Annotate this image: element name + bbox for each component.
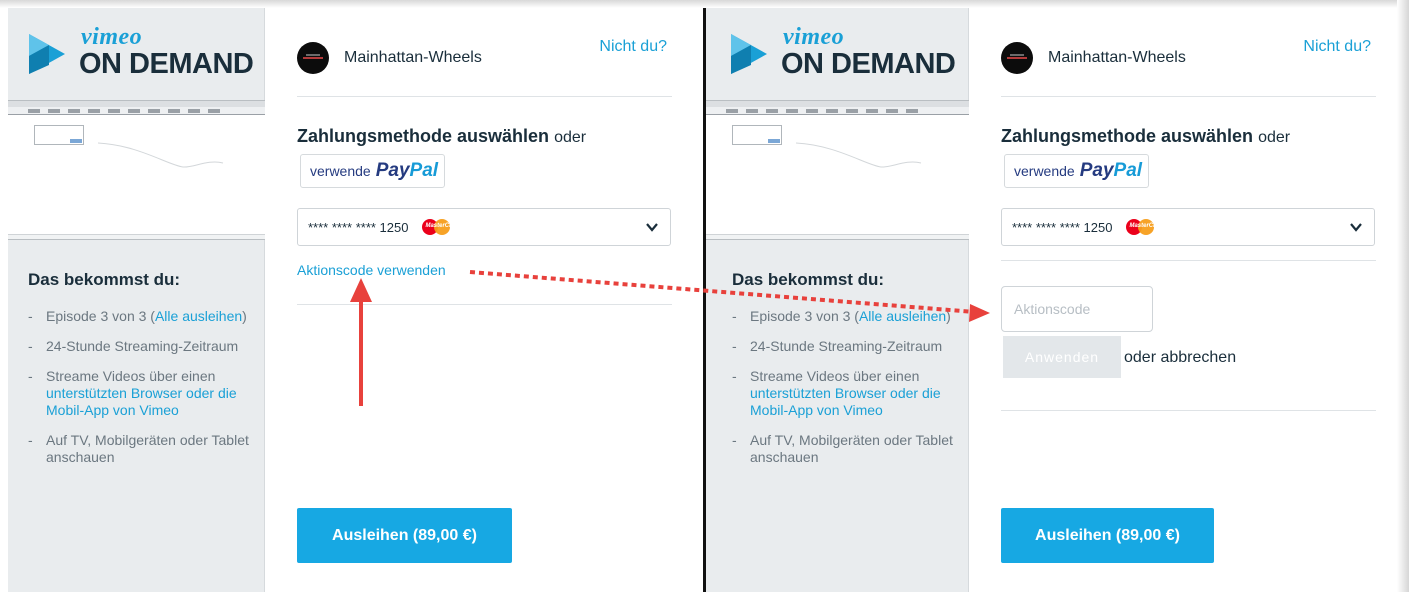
user-row: Mainhattan-Wheels xyxy=(1001,41,1186,75)
vimeo-wordmark: vimeo xyxy=(81,24,143,50)
top-shadow xyxy=(0,0,1409,8)
supported-browser-link[interactable]: unterstützten Browser oder die Mobil-App… xyxy=(46,385,237,418)
play-logo-icon xyxy=(731,34,767,74)
checkout-panel-before: vimeo ON DEMAND Das bekommst du: - Episod… xyxy=(0,8,704,592)
rent-all-link[interactable]: Alle ausleihen xyxy=(155,308,242,324)
sidebar-title: Das bekommst du: xyxy=(732,270,885,289)
sidebar: vimeo ON DEMAND Das bekommst du: - Episod… xyxy=(706,8,969,592)
on-demand-wordmark: ON DEMAND xyxy=(79,48,254,80)
vimeo-on-demand-logo: vimeo ON DEMAND xyxy=(727,24,957,86)
rent-all-link[interactable]: Alle ausleihen xyxy=(859,308,946,324)
avatar xyxy=(297,42,329,74)
not-you-link[interactable]: Nicht du? xyxy=(1303,38,1371,56)
on-demand-wordmark: ON DEMAND xyxy=(781,48,956,80)
mastercard-icon: MasterCard xyxy=(1126,219,1162,235)
list-item: - Streame Videos über einen unterstützten… xyxy=(732,368,941,418)
card-select[interactable]: **** **** **** 1250 MasterCard xyxy=(297,208,671,246)
benefits-list: - Episode 3 von 3 (Alle ausleihen) -24-St… xyxy=(732,308,964,479)
video-thumbnail xyxy=(706,100,969,240)
user-row: Mainhattan-Wheels xyxy=(297,41,482,75)
list-item: - Auf TV, Mobilgeräten oder Tablet anscha… xyxy=(732,432,953,465)
divider xyxy=(1001,260,1376,261)
user-name: Mainhattan-Wheels xyxy=(1048,49,1186,66)
sidebar: vimeo ON DEMAND Das bekommst du: - Episod… xyxy=(8,8,265,592)
list-item: - Auf TV, Mobilgeräten oder Tablet anscha… xyxy=(28,432,249,465)
divider xyxy=(297,96,672,97)
user-name: Mainhattan-Wheels xyxy=(344,49,482,66)
list-item: -24-Stunde Streaming-Zeitraum xyxy=(732,338,943,354)
sidebar-title: Das bekommst du: xyxy=(28,270,181,289)
not-you-link[interactable]: Nicht du? xyxy=(599,38,667,56)
card-select[interactable]: **** **** **** 1250 MasterCard xyxy=(1001,208,1375,246)
payment-title: Zahlungsmethode auswählen oder xyxy=(297,126,587,146)
rent-button[interactable]: Ausleihen (89,00 €) xyxy=(1001,508,1214,563)
checkout-panel-after: vimeo ON DEMAND Das bekommst du: - Episod… xyxy=(706,8,1396,592)
list-item: -24-Stunde Streaming-Zeitraum xyxy=(28,338,239,354)
list-item: - Episode 3 von 3 (Alle ausleihen) xyxy=(28,308,247,324)
chevron-down-icon xyxy=(646,223,658,232)
card-number: **** **** **** 1250 xyxy=(1012,219,1113,235)
paypal-button[interactable]: verwende Pay Pal xyxy=(1004,154,1149,188)
vimeo-wordmark: vimeo xyxy=(783,24,845,50)
list-item: - Streame Videos über einen unterstützten… xyxy=(28,368,237,418)
apply-button[interactable]: Anwenden xyxy=(1003,336,1121,378)
supported-browser-link[interactable]: unterstützten Browser oder die Mobil-App… xyxy=(750,385,941,418)
checkout-main: Mainhattan-Wheels Nicht du? Zahlungsmeth… xyxy=(969,8,1389,592)
checkout-main: Mainhattan-Wheels Nicht du? Zahlungsmeth… xyxy=(265,8,695,592)
chevron-down-icon xyxy=(1350,223,1362,232)
promo-code-link[interactable]: Aktionscode verwenden xyxy=(297,262,446,278)
right-shadow xyxy=(1397,0,1409,592)
video-thumbnail xyxy=(8,100,265,240)
divider xyxy=(1001,96,1376,97)
benefits-list: - Episode 3 von 3 (Alle ausleihen) -24-St… xyxy=(28,308,260,479)
divider xyxy=(1001,410,1376,411)
mastercard-icon: MasterCard xyxy=(422,219,458,235)
card-number: **** **** **** 1250 xyxy=(308,219,409,235)
vimeo-on-demand-logo: vimeo ON DEMAND xyxy=(25,24,255,86)
avatar xyxy=(1001,42,1033,74)
paypal-button[interactable]: verwende Pay Pal xyxy=(300,154,445,188)
list-item: - Episode 3 von 3 (Alle ausleihen) xyxy=(732,308,951,324)
divider xyxy=(297,304,672,305)
cancel-link[interactable]: oder abbrechen xyxy=(1124,349,1236,367)
play-logo-icon xyxy=(29,34,65,74)
rent-button[interactable]: Ausleihen (89,00 €) xyxy=(297,508,512,563)
promo-code-input[interactable] xyxy=(1001,286,1153,332)
payment-title: Zahlungsmethode auswählen oder xyxy=(1001,126,1291,146)
